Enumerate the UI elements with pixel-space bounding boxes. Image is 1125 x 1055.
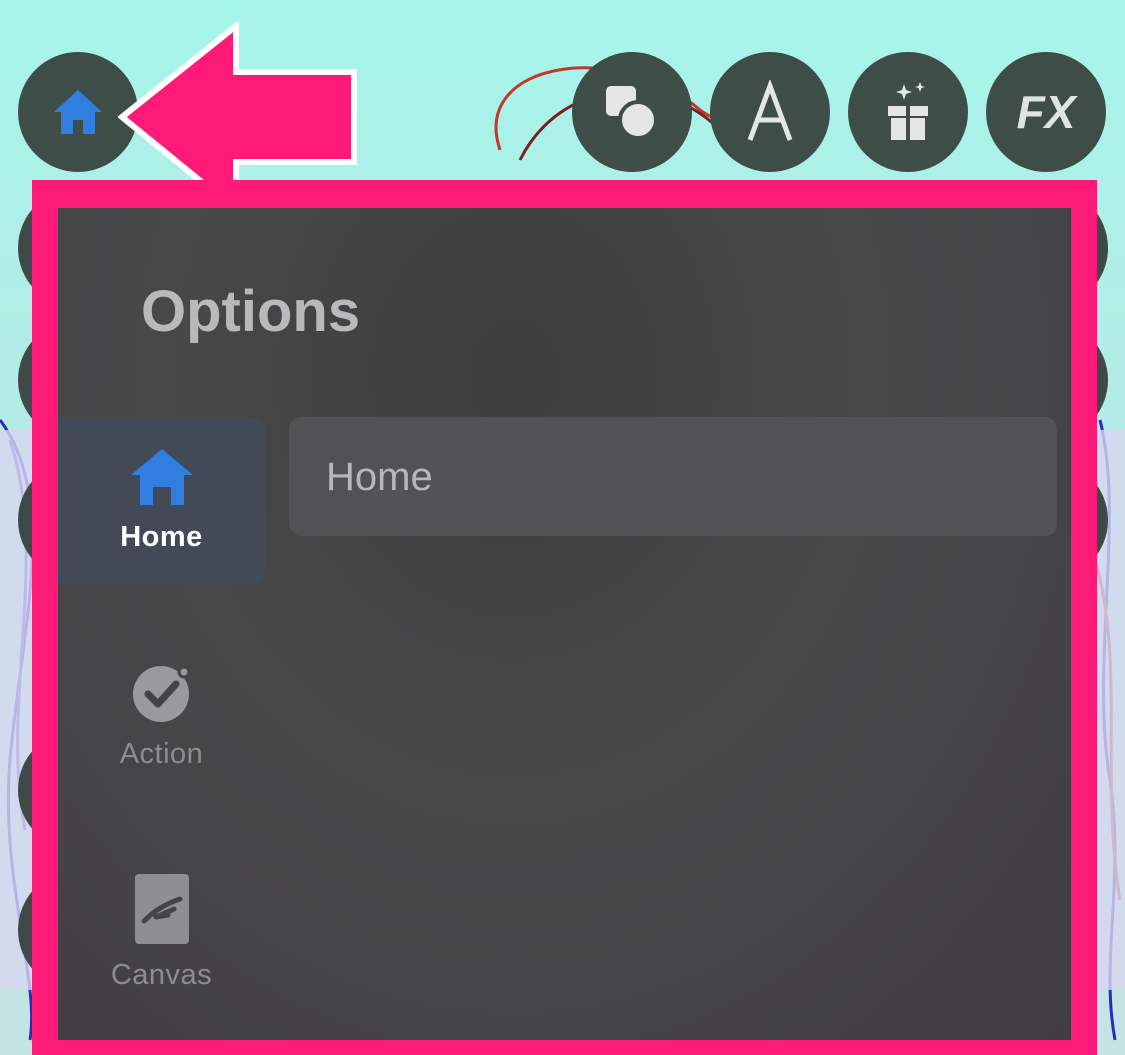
sidebar-item-label: Home (120, 520, 203, 553)
canvas-icon (134, 873, 189, 944)
sidebar-item-label: Action (119, 737, 204, 770)
panel-title: Options (141, 279, 361, 344)
text-button[interactable] (710, 52, 830, 172)
sidebar-item-canvas[interactable]: Canvas (58, 849, 265, 1015)
breadcrumb-label: Home (326, 455, 433, 499)
gift-button[interactable] (848, 52, 968, 172)
text-icon (747, 80, 793, 141)
home-icon (54, 90, 102, 134)
check-circle-icon (132, 665, 190, 722)
sidebar-item-label: Canvas (110, 958, 213, 991)
shapes-button[interactable] (572, 52, 692, 172)
sidebar-item-action[interactable]: Action (58, 633, 265, 799)
shapes-icon (606, 86, 658, 140)
fx-icon: FX (1016, 86, 1076, 138)
sidebar-item-home[interactable]: Home (58, 417, 265, 583)
breadcrumb: Home (289, 417, 1057, 536)
options-panel: Options Home Action Canvas Home (58, 208, 1071, 1040)
fx-button[interactable]: FX (986, 52, 1106, 172)
home-icon (130, 448, 193, 505)
gift-icon (888, 82, 928, 140)
